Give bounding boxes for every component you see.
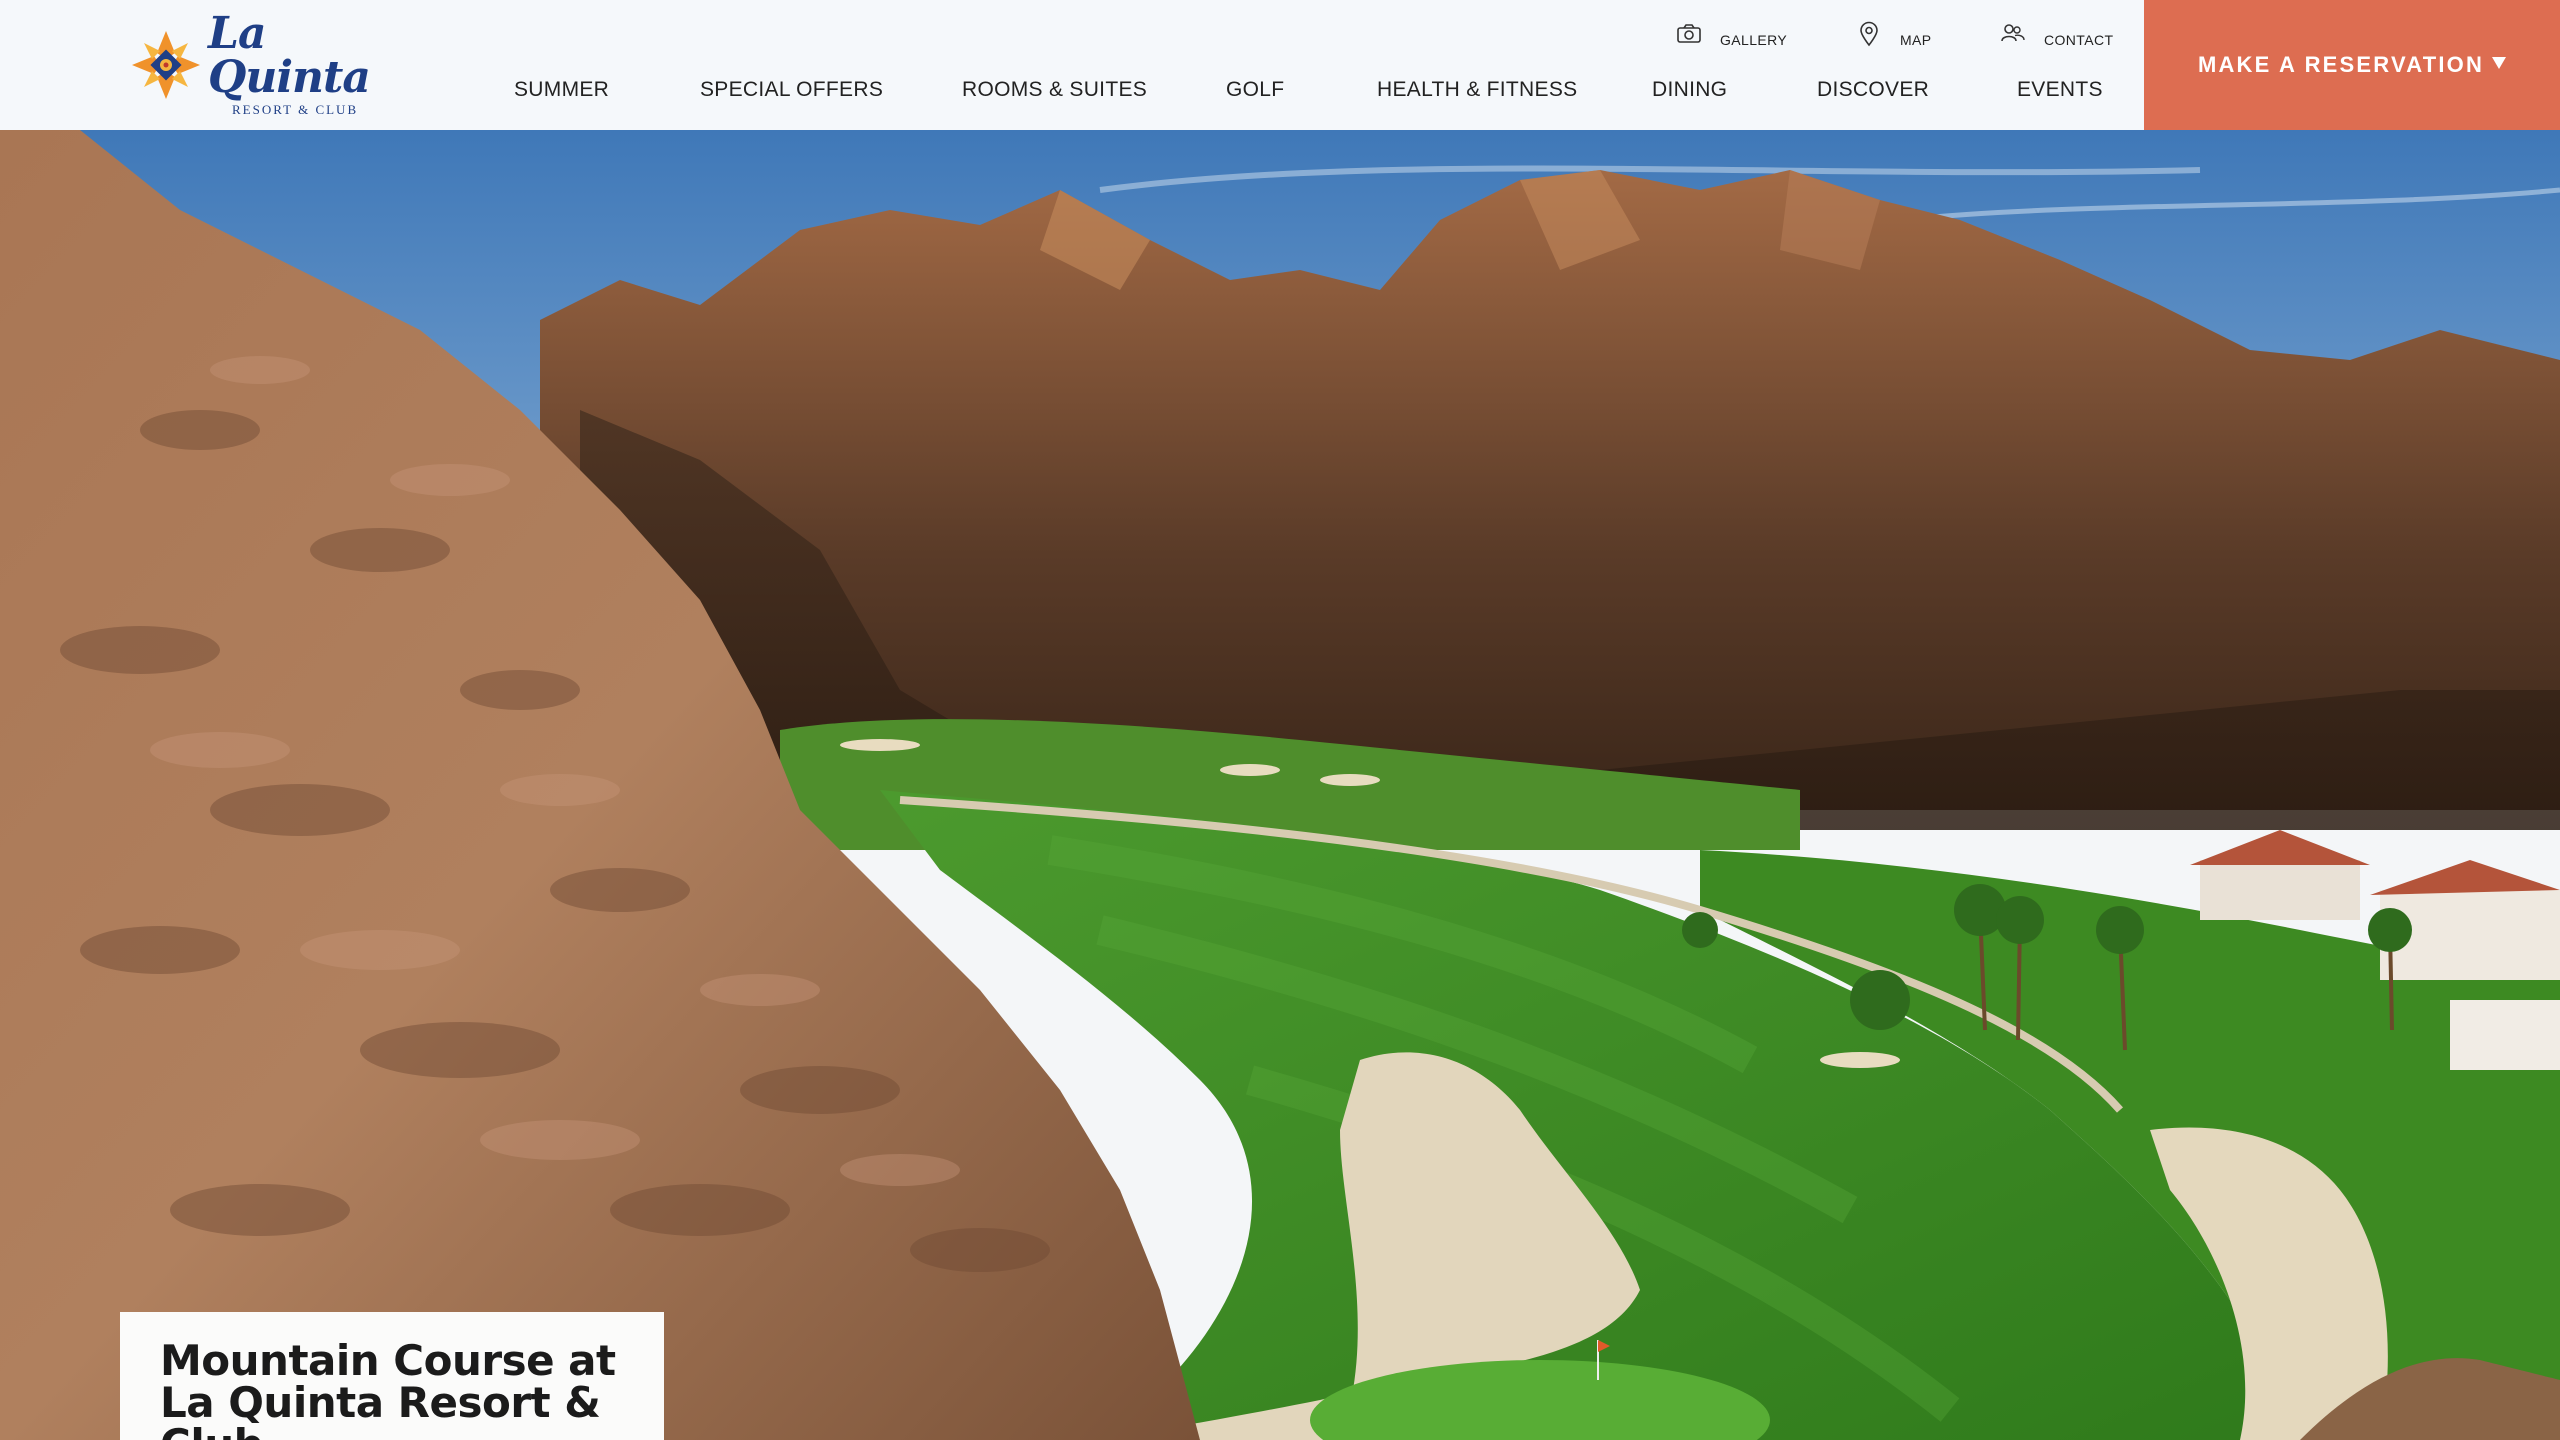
make-reservation-button[interactable]: MAKE A RESERVATION [2144,0,2560,130]
map-pin-icon [1860,21,1878,47]
nav-item-special-offers[interactable]: SPECIAL OFFERS [700,78,883,102]
nav-item-dining[interactable]: DINING [1652,78,1727,102]
sunburst-tile-icon [132,31,200,99]
hero-banner [0,130,2560,1440]
utility-map-link[interactable]: MAP [1856,18,1932,50]
caret-down-icon [2492,57,2507,69]
nav-item-rooms-suites[interactable]: ROOMS & SUITES [962,78,1147,102]
make-reservation-label: MAKE A RESERVATION [2197,52,2485,77]
hero-image [0,130,2560,1440]
brand-logo[interactable]: La Quinta RESORT & CLUB [130,12,380,117]
nav-item-events[interactable]: EVENTS [2017,78,2103,102]
brand-subtitle: RESORT & CLUB [232,102,359,117]
camera-icon [1677,24,1701,43]
nav-item-health-fitness[interactable]: HEALTH & FITNESS [1377,78,1577,102]
brand-name: La Quinta [208,8,371,103]
people-icon [2001,24,2025,42]
nav-item-summer[interactable]: SUMMER [514,78,609,102]
nav-item-discover[interactable]: DISCOVER [1817,78,1929,102]
hero-caption-title: Mountain Course at La Quinta Resort & Cl… [160,1336,616,1440]
nav-item-golf[interactable]: GOLF [1226,78,1284,102]
hero-caption-card: Mountain Course at La Quinta Resort & Cl… [120,1312,664,1440]
utility-map-label: MAP [1900,32,1932,48]
utility-gallery-link[interactable]: GALLERY [1676,18,1787,50]
utility-gallery-label: GALLERY [1720,32,1788,48]
utility-contact-link[interactable]: CONTACT [2000,18,2113,50]
site-header: La Quinta RESORT & CLUB GALLERY MAP CONT… [0,0,2560,130]
utility-contact-label: CONTACT [2044,32,2114,48]
logo-wordmark: La Quinta RESORT & CLUB [208,12,380,118]
